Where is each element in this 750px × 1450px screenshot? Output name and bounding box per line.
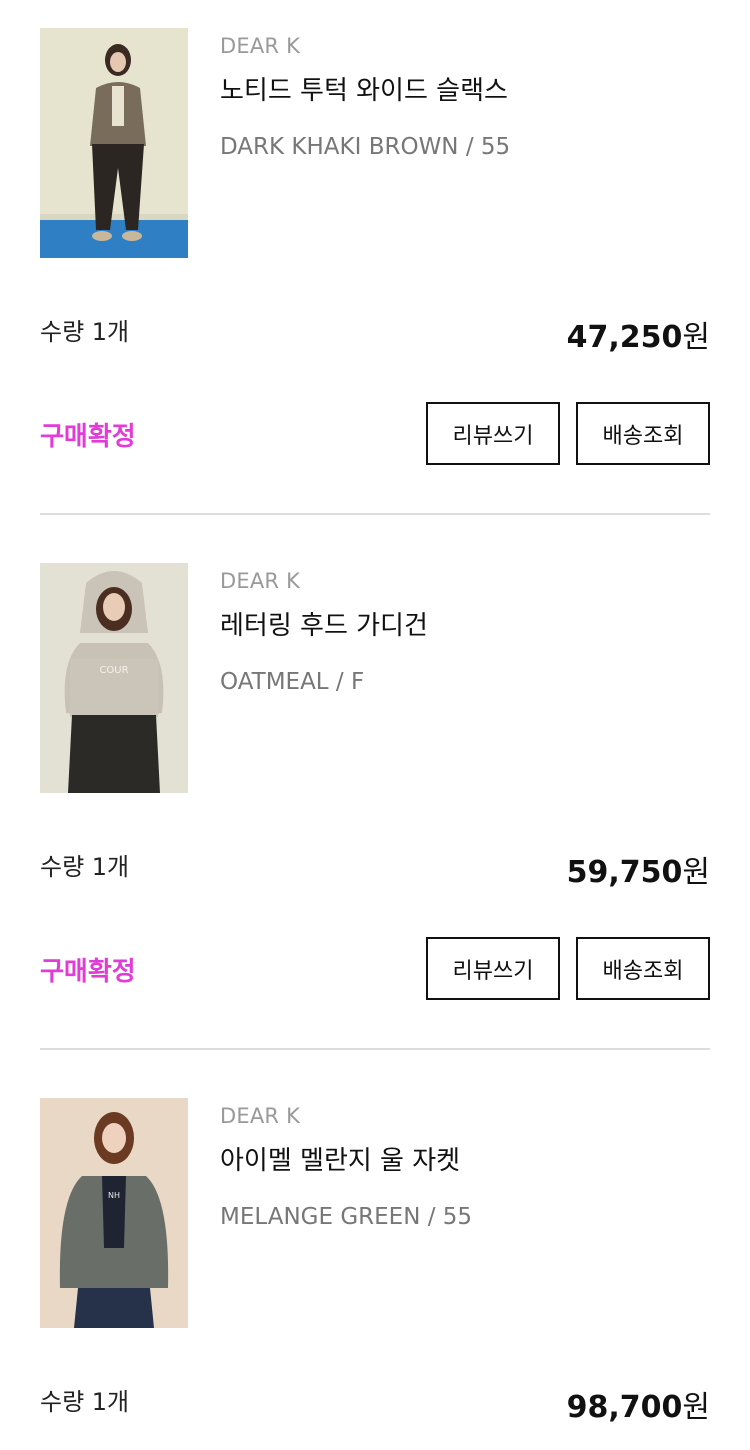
track-delivery-button[interactable]: 배송조회 <box>576 937 710 1000</box>
price: 47,250원 <box>567 312 710 356</box>
product-thumbnail[interactable] <box>40 28 188 258</box>
price: 98,700원 <box>567 1382 710 1426</box>
product-thumbnail[interactable]: COUR <box>40 563 188 793</box>
write-review-button[interactable]: 리뷰쓰기 <box>426 937 560 1000</box>
purchase-status: 구매확정 <box>40 957 136 987</box>
product-title[interactable]: 노티드 투턱 와이드 슬랙스 <box>220 70 508 107</box>
order-item: COUR DEAR K 레터링 후드 가디건 OATMEAL / F 수량 1개… <box>40 563 710 1003</box>
product-option: DARK KHAKI BROWN / 55 <box>220 134 511 160</box>
price-amount: 98,700 <box>566 1390 683 1425</box>
price-currency: 원 <box>682 320 710 355</box>
quantity-label: 수량 1개 <box>40 853 130 881</box>
svg-text:COUR: COUR <box>99 665 128 676</box>
product-option: OATMEAL / F <box>220 669 365 695</box>
price: 59,750원 <box>567 847 710 891</box>
price-currency: 원 <box>682 1390 710 1425</box>
order-item: NH DEAR K 아이멜 멜란지 울 자켓 MELANGE GREEN / 5… <box>40 1098 710 1438</box>
svg-text:NH: NH <box>108 1191 120 1200</box>
product-thumbnail[interactable]: NH <box>40 1098 188 1328</box>
product-option: MELANGE GREEN / 55 <box>220 1204 473 1230</box>
price-amount: 47,250 <box>566 320 683 355</box>
order-item: DEAR K 노티드 투턱 와이드 슬랙스 DARK KHAKI BROWN /… <box>40 28 710 468</box>
divider <box>40 513 710 515</box>
purchase-status: 구매확정 <box>40 422 136 452</box>
divider <box>40 1048 710 1050</box>
quantity-label: 수량 1개 <box>40 1388 130 1416</box>
price-currency: 원 <box>682 855 710 890</box>
price-amount: 59,750 <box>566 855 683 890</box>
brand-name: DEAR K <box>220 1104 301 1128</box>
product-title[interactable]: 레터링 후드 가디건 <box>220 605 428 642</box>
brand-name: DEAR K <box>220 34 301 58</box>
brand-name: DEAR K <box>220 569 301 593</box>
product-title[interactable]: 아이멜 멜란지 울 자켓 <box>220 1140 460 1177</box>
quantity-label: 수량 1개 <box>40 318 130 346</box>
track-delivery-button[interactable]: 배송조회 <box>576 402 710 465</box>
write-review-button[interactable]: 리뷰쓰기 <box>426 402 560 465</box>
